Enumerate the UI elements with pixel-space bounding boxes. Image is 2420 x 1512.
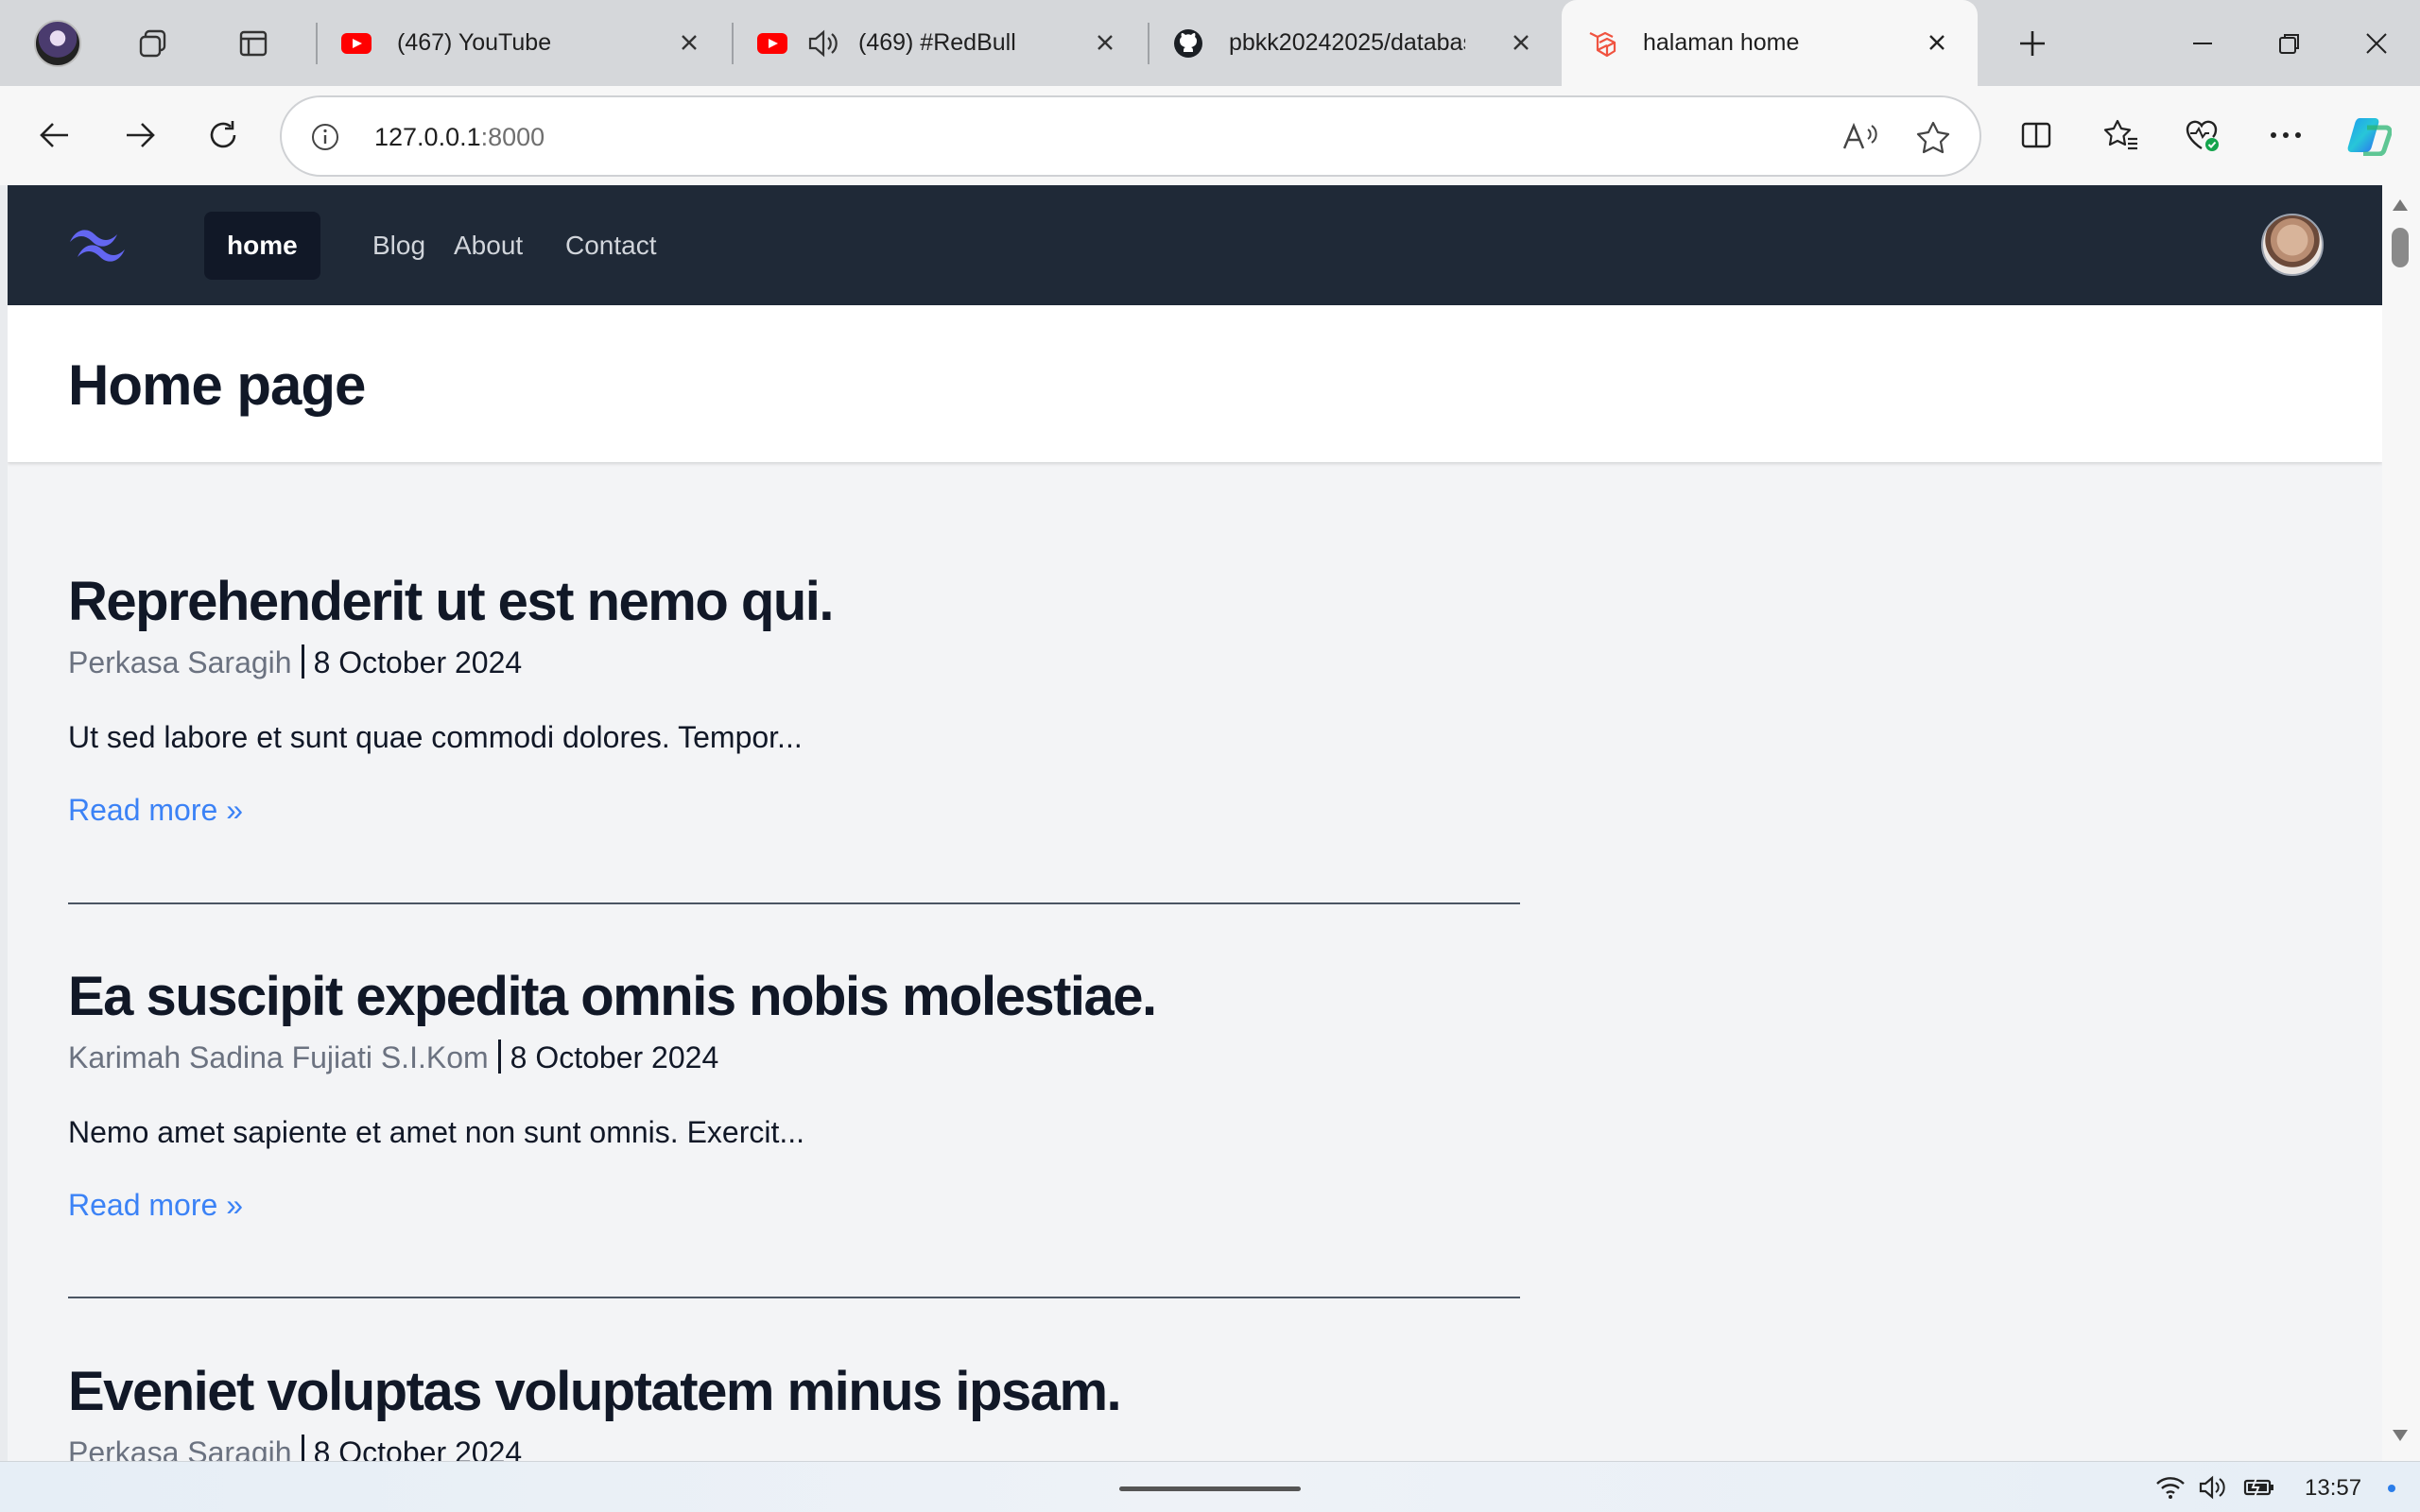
wifi-icon[interactable] bbox=[2153, 1473, 2187, 1502]
home-indicator[interactable] bbox=[1119, 1486, 1301, 1491]
tab-redbull[interactable]: (469) #RedBullH bbox=[756, 0, 1134, 86]
tab-title: pbkk20242025/databas bbox=[1229, 29, 1465, 56]
copilot-icon[interactable] bbox=[2342, 109, 2395, 162]
post-divider bbox=[68, 1297, 1520, 1298]
scroll-down-arrow-icon[interactable] bbox=[2392, 1429, 2409, 1442]
post-card: Reprehenderit ut est nemo qui. Perkasa S… bbox=[68, 569, 1520, 828]
post-author[interactable]: Perkasa Saragih bbox=[68, 645, 292, 679]
reload-icon[interactable] bbox=[197, 109, 250, 162]
close-window-icon[interactable] bbox=[2352, 19, 2401, 68]
vertical-tabs-icon[interactable] bbox=[229, 19, 278, 68]
taskbar-clock[interactable]: 13:57 bbox=[2305, 1475, 2361, 1502]
post-meta: Perkasa Saragih 8 October 2024 bbox=[68, 1434, 1520, 1461]
close-tab-icon[interactable] bbox=[1089, 26, 1121, 59]
close-tab-icon[interactable] bbox=[1921, 26, 1953, 59]
post-meta: Karimah Sadina Fujiati S.I.Kom 8 October … bbox=[68, 1039, 1520, 1075]
post-date: 8 October 2024 bbox=[510, 1040, 719, 1074]
post-card: Ea suscipit expedita omnis nobis molesti… bbox=[68, 964, 1520, 1223]
meta-divider bbox=[497, 1039, 501, 1074]
os-taskbar: 13:57 bbox=[0, 1461, 2420, 1512]
back-icon[interactable] bbox=[28, 109, 81, 162]
laravel-icon bbox=[1586, 27, 1618, 60]
tab-halaman-home[interactable]: halaman home bbox=[1562, 0, 1978, 86]
post-date: 8 October 2024 bbox=[313, 644, 523, 679]
post-title[interactable]: Eveniet voluptas voluptatem minus ipsam. bbox=[68, 1359, 1520, 1425]
scrollbar-thumb[interactable] bbox=[2392, 228, 2409, 267]
forward-icon[interactable] bbox=[113, 109, 166, 162]
user-avatar[interactable] bbox=[2261, 214, 2324, 276]
post-title[interactable]: Ea suscipit expedita omnis nobis molesti… bbox=[68, 964, 1520, 1030]
notification-dot[interactable] bbox=[2388, 1485, 2395, 1492]
read-more-link[interactable]: Read more » bbox=[68, 1188, 243, 1223]
post-excerpt: Nemo amet sapiente et amet non sunt omni… bbox=[68, 1114, 805, 1149]
read-aloud-icon[interactable] bbox=[1841, 120, 1877, 159]
tab-github[interactable]: pbkk20242025/databas bbox=[1172, 0, 1550, 86]
meta-divider bbox=[301, 1434, 304, 1461]
more-options-icon[interactable] bbox=[2259, 109, 2312, 162]
post-author[interactable]: Karimah Sadina Fujiati S.I.Kom bbox=[68, 1040, 489, 1074]
tab-title: (469) #RedBullH bbox=[858, 29, 1015, 56]
post-meta: Perkasa Saragih 8 October 2024 bbox=[68, 644, 1520, 680]
nav-link-contact[interactable]: Contact bbox=[543, 212, 680, 280]
battery-icon[interactable] bbox=[2242, 1473, 2276, 1502]
speaker-icon[interactable] bbox=[807, 27, 839, 60]
tab-youtube[interactable]: (467) YouTube bbox=[340, 0, 718, 86]
tailwind-logo-icon[interactable] bbox=[66, 223, 129, 269]
post-title[interactable]: Reprehenderit ut est nemo qui. bbox=[68, 569, 1520, 635]
favorites-icon[interactable] bbox=[2095, 109, 2148, 162]
site-info-icon[interactable] bbox=[310, 122, 340, 157]
post-excerpt: Ut sed labore et sunt quae commodi dolor… bbox=[68, 719, 803, 754]
scroll-up-arrow-icon[interactable] bbox=[2392, 198, 2409, 212]
workspaces-icon[interactable] bbox=[129, 19, 178, 68]
post-author[interactable]: Perkasa Saragih bbox=[68, 1435, 292, 1461]
page-title: Home page bbox=[68, 353, 366, 417]
page-header: Home page bbox=[8, 305, 2382, 462]
post-date: 8 October 2024 bbox=[313, 1435, 523, 1461]
volume-icon[interactable] bbox=[2195, 1473, 2229, 1502]
github-icon bbox=[1172, 27, 1204, 60]
nav-link-about[interactable]: About bbox=[431, 212, 545, 280]
site-navbar: home Blog About Contact bbox=[8, 185, 2382, 305]
post-divider bbox=[68, 902, 1520, 904]
browser-profile-avatar[interactable] bbox=[34, 20, 81, 67]
tab-title: halaman home bbox=[1643, 29, 1800, 56]
close-tab-icon[interactable] bbox=[673, 26, 705, 59]
post-card: Eveniet voluptas voluptatem minus ipsam.… bbox=[68, 1359, 1520, 1461]
close-tab-icon[interactable] bbox=[1505, 26, 1537, 59]
browser-tab-strip: (467) YouTube (469) #RedBullH pbkk202420… bbox=[0, 0, 2420, 86]
address-bar[interactable]: 127.0.0.1:8000 bbox=[280, 95, 1981, 177]
page-viewport: home Blog About Contact Home page Repreh… bbox=[8, 185, 2382, 1461]
meta-divider bbox=[301, 644, 304, 679]
read-more-link[interactable]: Read more » bbox=[68, 793, 243, 828]
nav-link-home[interactable]: home bbox=[204, 212, 320, 280]
page-scrollbar[interactable] bbox=[2382, 185, 2420, 1461]
tab-title: (467) YouTube bbox=[397, 29, 552, 56]
url-text: 127.0.0.1:8000 bbox=[374, 123, 545, 151]
youtube-icon bbox=[340, 27, 372, 60]
minimize-icon[interactable] bbox=[2178, 19, 2227, 68]
restore-icon[interactable] bbox=[2265, 19, 2314, 68]
browser-essentials-icon[interactable] bbox=[2176, 109, 2229, 162]
split-screen-icon[interactable] bbox=[2010, 109, 2063, 162]
new-tab-icon[interactable] bbox=[2008, 19, 2057, 68]
browser-toolbar: 127.0.0.1:8000 bbox=[0, 86, 2420, 185]
favorite-star-icon[interactable] bbox=[1915, 120, 1951, 159]
youtube-icon bbox=[756, 27, 788, 60]
